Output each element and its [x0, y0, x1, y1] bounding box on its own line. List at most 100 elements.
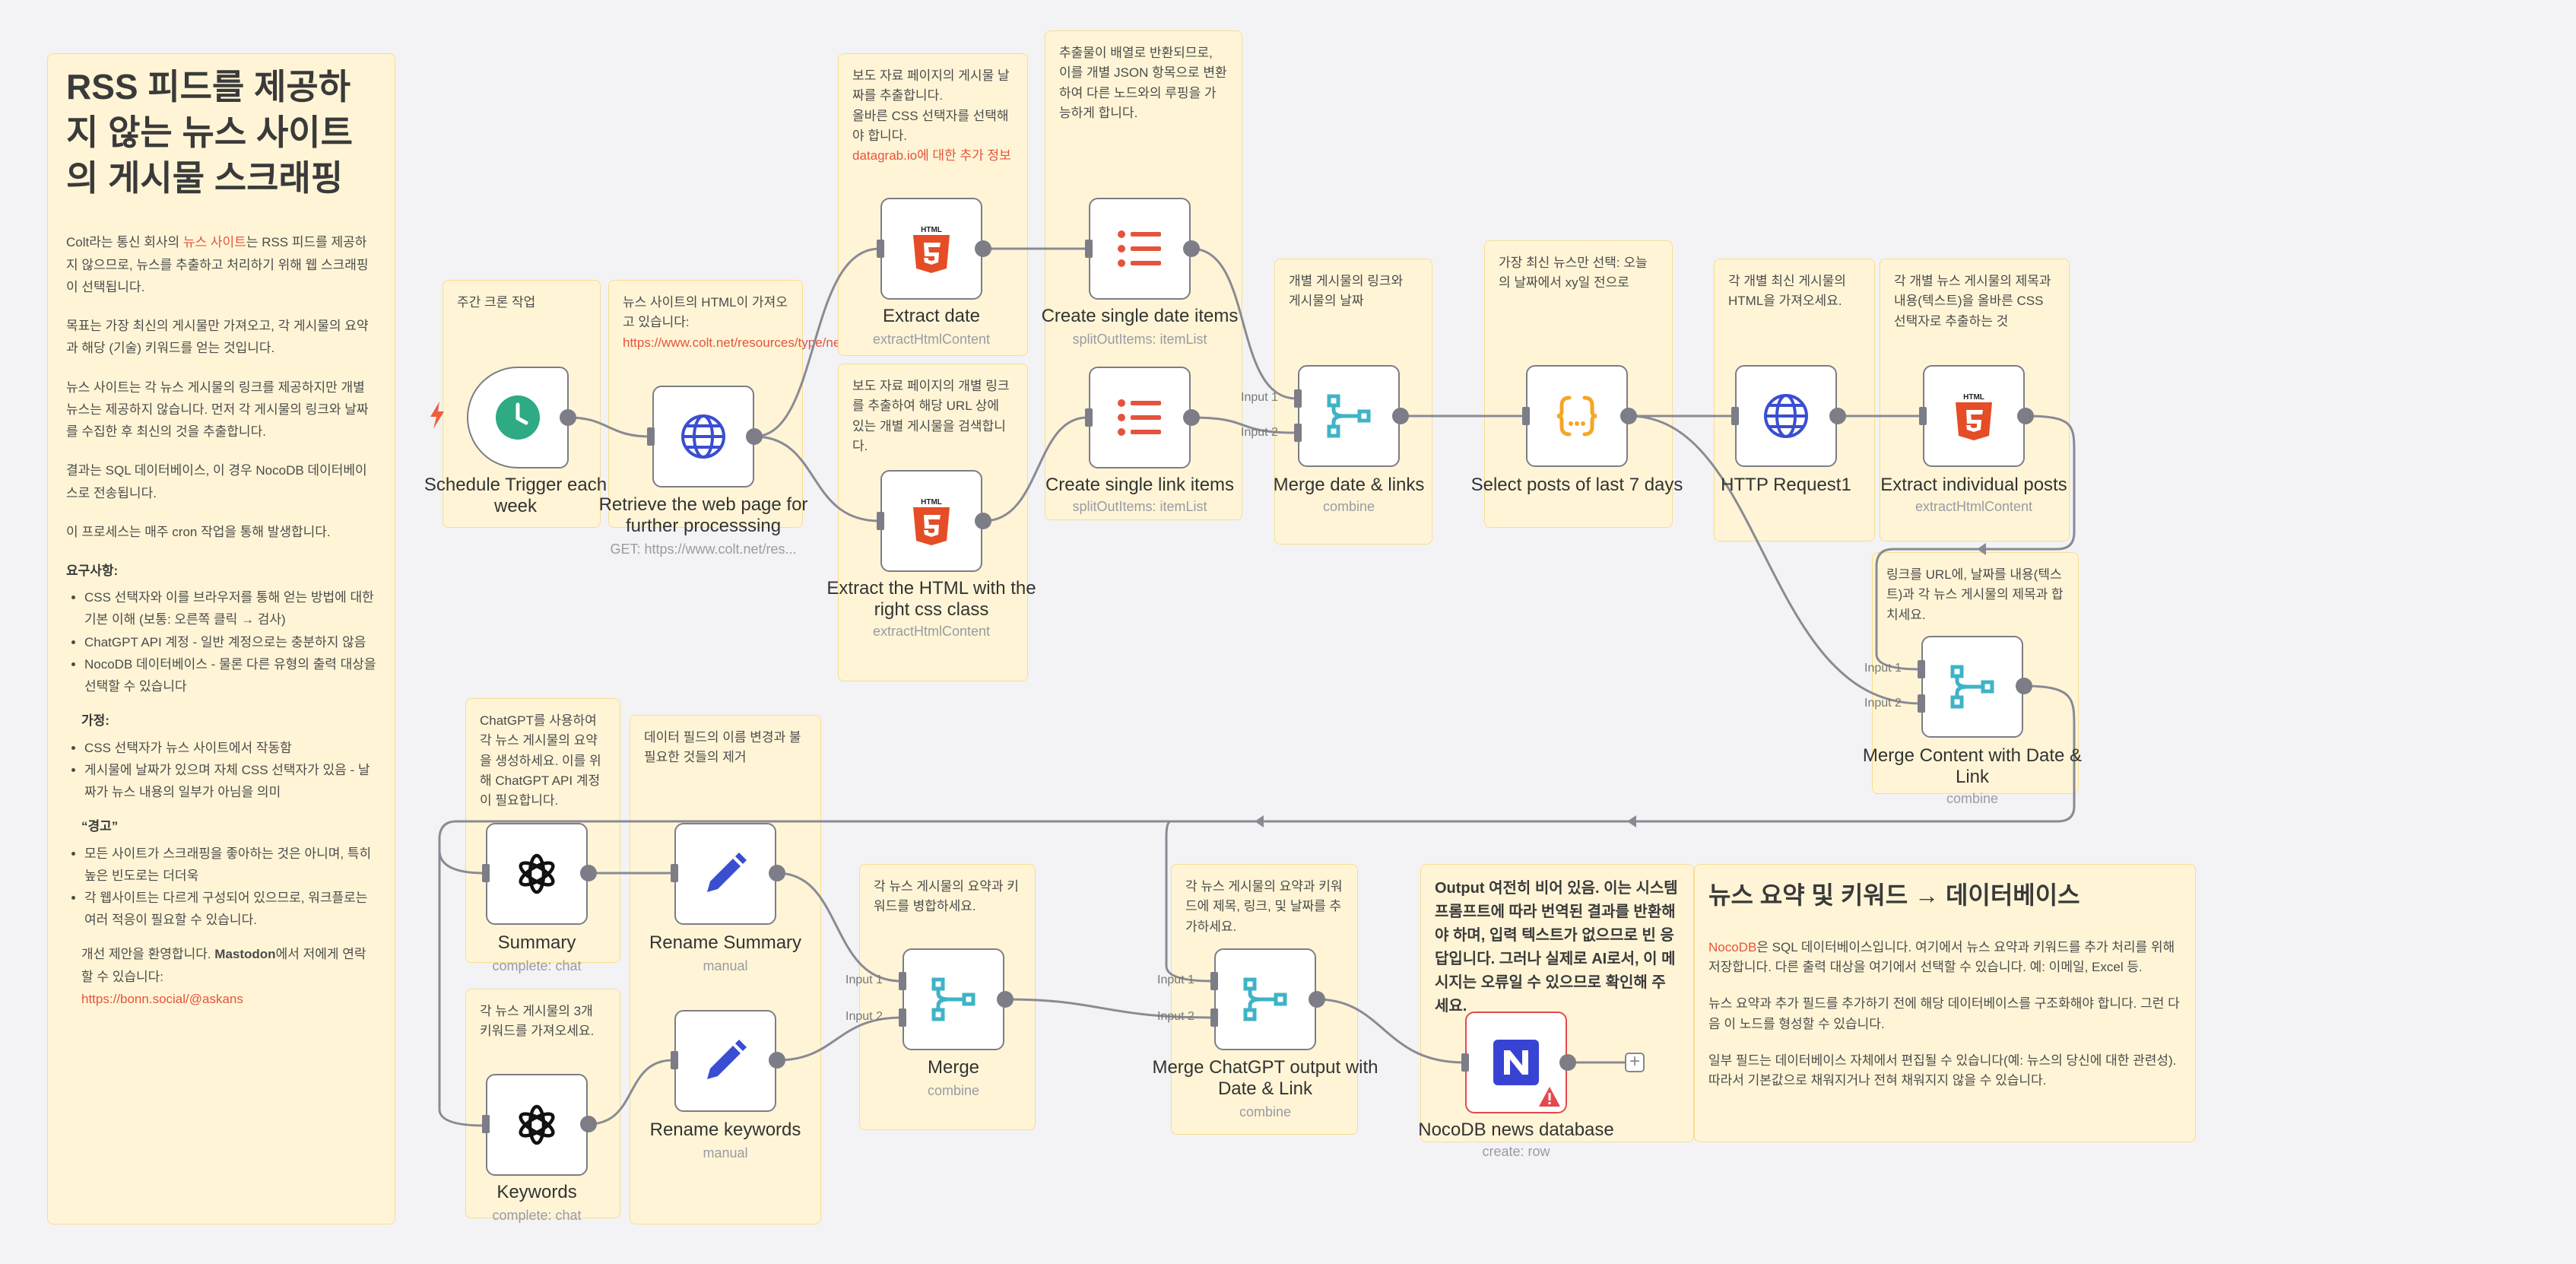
node-merge-content[interactable] [1921, 636, 2023, 738]
output-port[interactable] [580, 865, 597, 881]
node-merge[interactable] [903, 948, 1004, 1050]
node-merge-chatgpt[interactable] [1214, 948, 1316, 1050]
input-port[interactable] [1085, 408, 1093, 427]
nocodb-icon [1493, 1040, 1539, 1085]
input-port[interactable] [899, 972, 906, 990]
merge-icon [1950, 665, 1994, 709]
input-port[interactable] [482, 1115, 490, 1133]
input-port[interactable] [1918, 660, 1925, 678]
node-date-items[interactable] [1089, 198, 1191, 300]
node-http-request[interactable] [1735, 365, 1837, 467]
input-port[interactable] [671, 864, 678, 882]
node-label: Extract the HTML with the right css clas… [826, 578, 1036, 620]
input-port[interactable] [1294, 424, 1302, 442]
output-port[interactable] [1183, 240, 1200, 257]
list-icon [1118, 230, 1161, 267]
output-port[interactable] [1829, 408, 1846, 424]
node-label: Retrieve the web page for further proces… [598, 494, 808, 536]
node-label: Create single date items [1041, 306, 1239, 326]
node-keywords[interactable] [486, 1074, 588, 1176]
output-port[interactable] [975, 240, 991, 257]
node-sublabel: complete: chat [492, 1208, 582, 1223]
merge-icon [1243, 977, 1287, 1021]
node-sublabel: manual [703, 958, 748, 973]
requirement-item: NocoDB 데이터베이스 - 물론 다른 유형의 출력 대상을 선택할 수 있… [84, 653, 376, 697]
input-port[interactable] [647, 427, 655, 446]
input-port[interactable] [877, 240, 884, 258]
node-sublabel: create: row [1482, 1144, 1550, 1159]
input-port[interactable] [671, 1051, 678, 1069]
node-label: Rename Summary [649, 932, 802, 953]
input-port[interactable] [1210, 972, 1218, 990]
requirement-item: ChatGPT API 계정 - 일반 계정으로는 충분하지 않음 [84, 631, 376, 653]
node-extract-posts[interactable]: HTML [1923, 365, 2025, 467]
node-nocodb[interactable] [1465, 1012, 1567, 1113]
news-site-link[interactable]: 뉴스 사이트 [183, 235, 246, 249]
input-port[interactable] [1085, 240, 1093, 258]
mastodon-link[interactable]: https://bonn.social/@askans [81, 992, 243, 1006]
node-retrieve-webpage[interactable] [652, 386, 754, 487]
node-rename-summary[interactable] [674, 823, 776, 925]
output-port[interactable] [1183, 409, 1200, 426]
nocodb-link[interactable]: NocoDB [1708, 940, 1756, 954]
input-port[interactable] [1210, 1008, 1218, 1027]
code-braces-icon [1556, 395, 1597, 437]
input-port[interactable] [482, 864, 490, 882]
input-port[interactable] [877, 512, 884, 530]
input-port[interactable] [1918, 694, 1925, 713]
node-label: Keywords [496, 1182, 577, 1202]
trigger-bolt-icon [430, 402, 444, 429]
input-port[interactable] [1919, 407, 1927, 425]
add-node-button[interactable]: + [1625, 1053, 1645, 1072]
input-port[interactable] [1522, 407, 1530, 425]
output-port[interactable] [560, 409, 576, 426]
node-extract-html[interactable]: HTML [880, 470, 982, 572]
node-select-posts[interactable] [1526, 365, 1628, 467]
input-port[interactable] [1461, 1053, 1469, 1072]
contact-text: 개선 제안을 환영합니다. Mastodon에서 저에게 연락할 수 있습니다:… [81, 947, 366, 1006]
output-port[interactable] [1309, 991, 1325, 1008]
node-label: Merge Content with Date & Link [1862, 745, 2083, 787]
output-port[interactable] [1559, 1054, 1576, 1071]
svg-text:HTML: HTML [921, 498, 942, 507]
input-label: Input 1 [1864, 662, 1902, 675]
input-port[interactable] [1294, 389, 1302, 408]
input-label: Input 1 [1157, 973, 1194, 986]
output-port[interactable] [769, 865, 785, 881]
html5-icon: HTML [1956, 393, 1992, 440]
datagrab-link[interactable]: datagrab.io에 대한 추가 정보 [852, 146, 1014, 166]
loop-arrow-1 [1627, 815, 1636, 827]
main-note-p1: Colt라는 통신 회사의 뉴스 사이트는 RSS 피드를 제공하지 않으므로,… [66, 235, 369, 294]
output-port[interactable] [975, 513, 991, 529]
output-port[interactable] [1620, 408, 1637, 424]
pencil-icon [707, 853, 747, 892]
input-port[interactable] [1731, 407, 1739, 425]
node-sublabel: splitOutItems: itemList [1072, 499, 1207, 514]
input-port[interactable] [899, 1008, 906, 1027]
output-port[interactable] [997, 991, 1014, 1008]
output-port[interactable] [2017, 408, 2034, 424]
loop-arrow-2 [1255, 815, 1264, 827]
output-port[interactable] [580, 1116, 597, 1132]
node-summary[interactable] [486, 823, 588, 925]
node-sublabel: combine [1946, 791, 1999, 806]
output-port[interactable] [746, 428, 763, 445]
input-label: Input 1 [1241, 391, 1278, 404]
main-note-title: RSS 피드를 제공하지 않는 뉴스 사이트의 게시물 스크래핑 [66, 67, 353, 198]
assumptions-title: 가정: [81, 713, 109, 729]
node-label: Select posts of last 7 days [1470, 475, 1683, 495]
node-rename-keywords[interactable] [674, 1010, 776, 1112]
node-label: Create single link items [1045, 475, 1235, 495]
output-port[interactable] [2016, 678, 2032, 694]
node-extract-date[interactable]: HTML [880, 198, 982, 300]
list-icon [1118, 399, 1161, 436]
node-merge-date-links[interactable] [1298, 365, 1400, 467]
html5-icon: HTML [913, 226, 950, 273]
main-note-p2: 목표는 가장 최신의 게시물만 가져오고, 각 게시물의 요약과 해당 (기술)… [66, 319, 369, 356]
warning-item: 각 웹사이트는 다르게 구성되어 있으므로, 워크플로는 여러 적응이 필요할 … [84, 887, 376, 931]
node-link-items[interactable] [1089, 367, 1191, 468]
output-port[interactable] [769, 1052, 785, 1069]
colt-news-link[interactable]: https://www.colt.net/resources/type/news… [623, 333, 860, 353]
node-schedule-trigger[interactable] [467, 367, 569, 468]
output-port[interactable] [1392, 408, 1409, 424]
